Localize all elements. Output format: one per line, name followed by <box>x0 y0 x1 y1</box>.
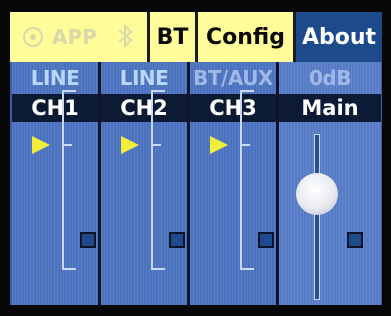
channel-name: CH2 <box>101 94 187 122</box>
tab-about-label: About <box>301 24 377 50</box>
tab-config[interactable]: Config <box>198 12 296 62</box>
main-fader-track[interactable] <box>314 134 320 300</box>
scale-center-tick <box>64 144 72 146</box>
channel-name: CH3 <box>190 94 276 122</box>
mute-button-main[interactable] <box>347 232 363 248</box>
bluetooth-icon <box>118 24 133 48</box>
main-level-readout: 0dB <box>309 66 351 90</box>
tab-bar: APP BT Config About <box>10 12 382 62</box>
tab-about[interactable]: About <box>296 12 382 62</box>
mixer-screen: APP BT Config About LINE CH1 LINE CH2 BT… <box>10 12 382 305</box>
scale-center-tick <box>153 144 161 146</box>
channel-strip-ch3: BT/AUX CH3 <box>190 62 276 305</box>
mute-button-ch2[interactable] <box>169 232 185 248</box>
level-scale-ch1 <box>62 90 76 270</box>
level-scale-ch2 <box>151 90 165 270</box>
tab-bt[interactable]: BT <box>150 12 198 62</box>
tab-bt-label: BT <box>156 24 189 50</box>
main-fader-knob[interactable] <box>296 173 338 215</box>
fader-pointer-ch2[interactable] <box>121 136 139 154</box>
channel-strip-ch2: LINE CH2 <box>101 62 187 305</box>
tab-app[interactable]: APP <box>10 12 150 62</box>
device-frame: APP BT Config About LINE CH1 LINE CH2 BT… <box>0 0 391 316</box>
tab-app-label: APP <box>52 25 97 49</box>
channel-source-label: LINE <box>30 66 80 90</box>
fader-pointer-ch3[interactable] <box>210 136 228 154</box>
mute-button-ch3[interactable] <box>258 232 274 248</box>
mute-button-ch1[interactable] <box>80 232 96 248</box>
gear-icon <box>23 27 43 47</box>
tab-config-label: Config <box>206 24 285 50</box>
channel-source-label: LINE <box>119 66 169 90</box>
scale-center-tick <box>242 144 250 146</box>
level-scale-ch3 <box>240 90 254 270</box>
channel-strip-ch1: LINE CH1 <box>12 62 98 305</box>
main-name: Main <box>279 94 381 122</box>
channel-source-label: BT/AUX <box>193 66 273 90</box>
channel-name: CH1 <box>12 94 98 122</box>
fader-pointer-ch1[interactable] <box>32 136 50 154</box>
